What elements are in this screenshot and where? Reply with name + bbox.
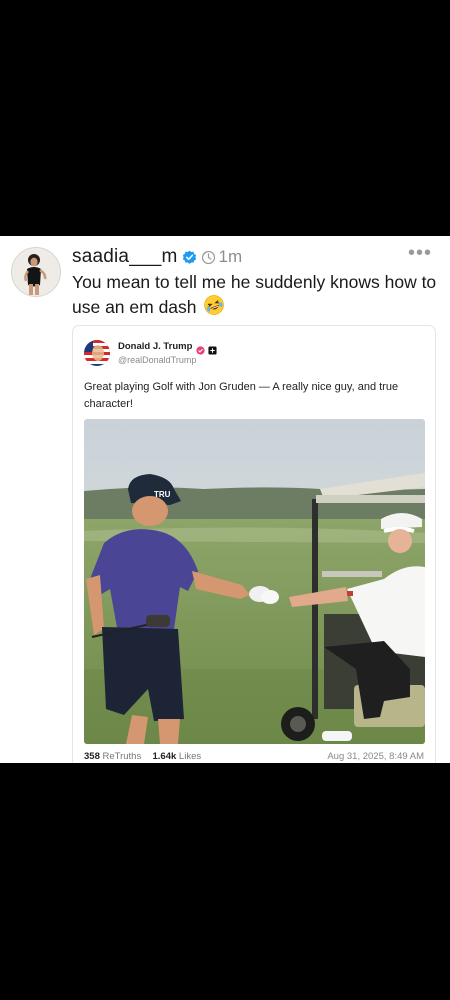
likes-count[interactable]: 1.64k (153, 751, 177, 762)
quoted-date: Aug 31, 2025, 8:49 AM (327, 751, 424, 762)
verified-badge-icon (196, 342, 206, 355)
likes-label: Likes (178, 751, 202, 762)
post-time: 1m (218, 247, 243, 266)
quoted-name[interactable]: Donald J. Trump (118, 341, 192, 352)
quoted-post-card[interactable]: Donald J. Trump @realDonaldTrump Great p… (72, 325, 436, 763)
username[interactable]: saadia___m (72, 246, 178, 268)
bottom-black-bar (0, 763, 450, 1000)
retruths-label: ReTruths (102, 751, 142, 762)
post-body: You mean to tell me he suddenly knows ho… (72, 270, 440, 322)
verified-check-icon (182, 250, 197, 265)
golf-photo[interactable]: TRU (84, 419, 425, 744)
rofl-emoji-icon (203, 294, 225, 322)
more-options-button[interactable]: ••• (408, 243, 432, 263)
quoted-stats: 358 ReTruths 1.64k Likes (84, 751, 201, 762)
quoted-avatar[interactable] (84, 340, 110, 366)
quoted-handle[interactable]: @realDonaldTrump (118, 355, 196, 365)
post-text: You mean to tell me he suddenly knows ho… (72, 272, 437, 317)
quoted-text: Great playing Golf with Jon Gruden — A r… (84, 381, 399, 410)
post-header: saadia___m 1m (72, 245, 242, 269)
clock-icon (201, 250, 216, 265)
quoted-header: Donald J. Trump (118, 341, 217, 355)
avatar[interactable] (11, 247, 61, 297)
top-black-bar (0, 0, 450, 236)
social-post[interactable]: saadia___m 1m ••• You mean to tell me he… (0, 236, 450, 763)
retruths-count[interactable]: 358 (84, 751, 100, 762)
plus-square-icon (208, 342, 217, 355)
